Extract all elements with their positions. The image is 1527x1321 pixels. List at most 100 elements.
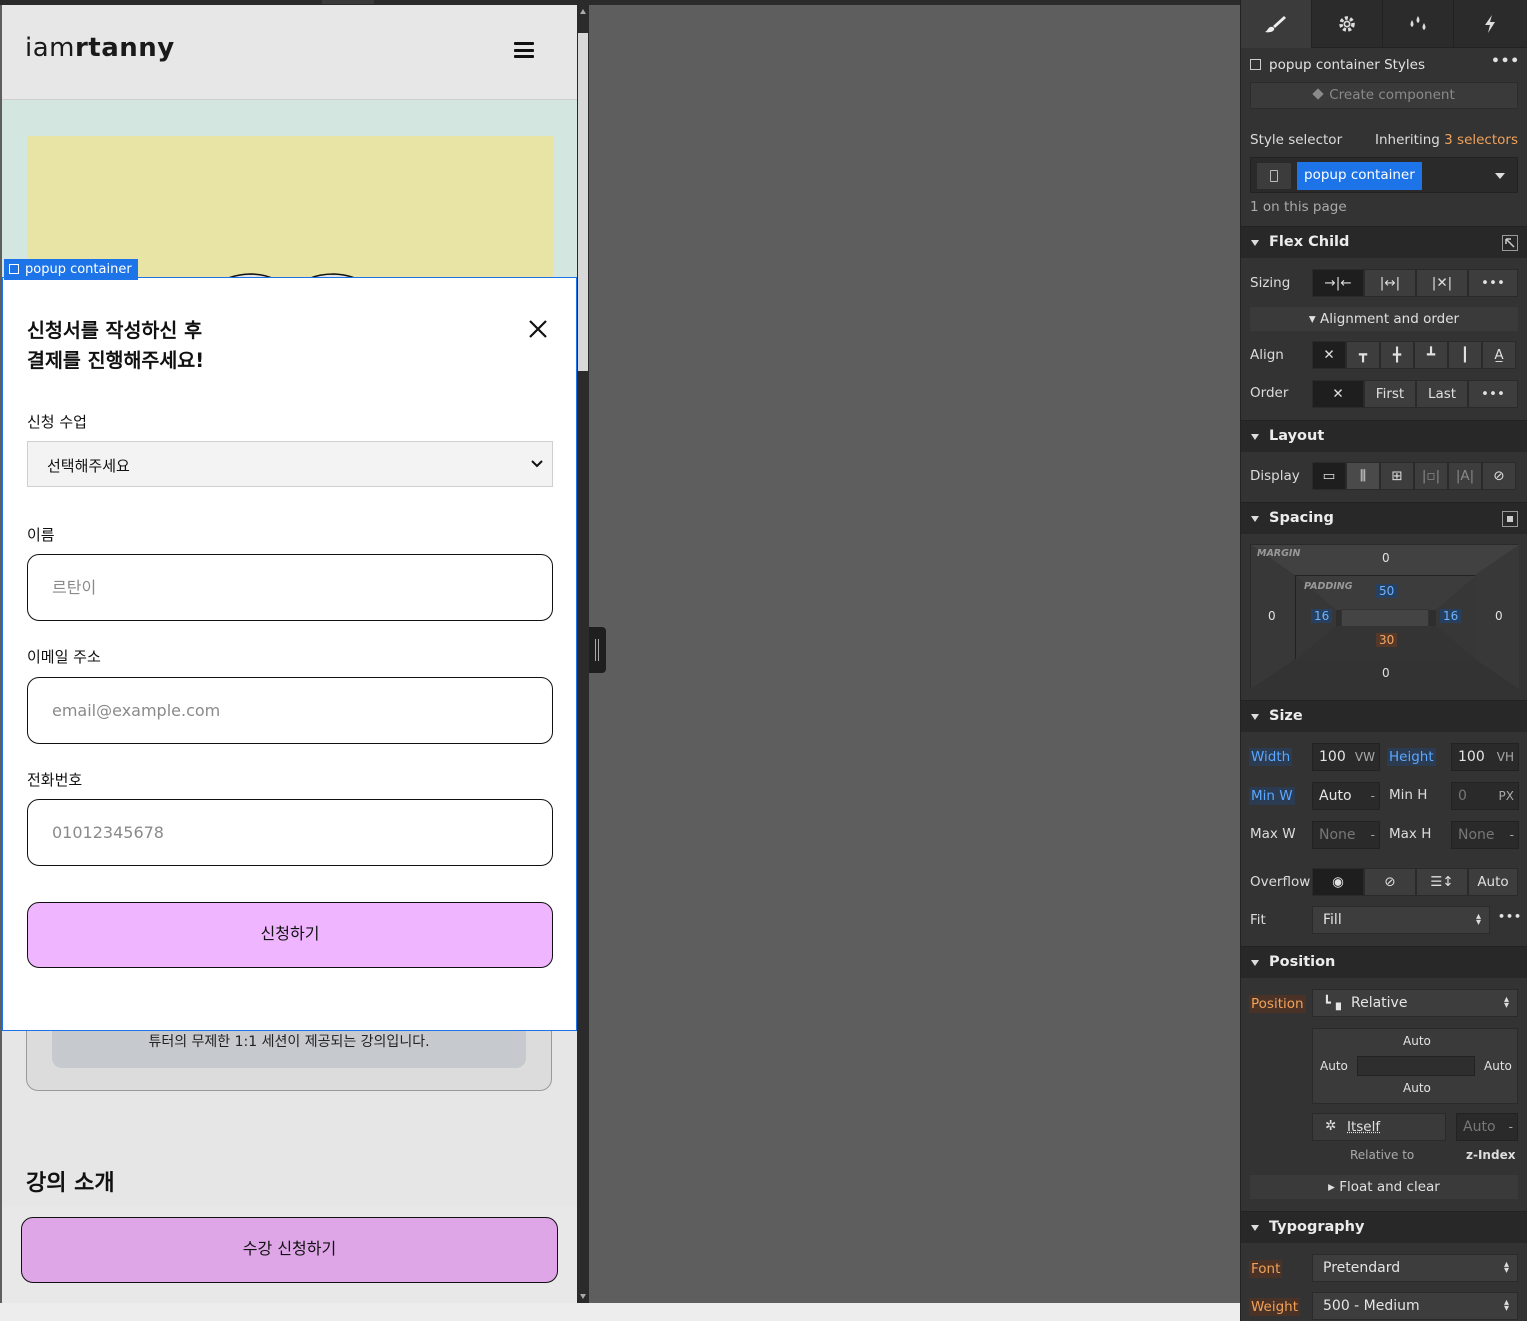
sticky-bottom-bar: 수강 신청하기	[2, 1207, 577, 1303]
align-end-icon[interactable]: ┻	[1414, 341, 1448, 369]
margin-right-value[interactable]: 0	[1495, 609, 1503, 623]
section-flex-child[interactable]: Flex Child	[1241, 226, 1527, 258]
selector-field[interactable]: popup container	[1250, 157, 1518, 193]
align-start-icon[interactable]: ┳	[1346, 341, 1380, 369]
fit-more-icon[interactable]: •••	[1498, 910, 1522, 923]
fit-select[interactable]: Fill ▴ ▾	[1312, 906, 1490, 934]
size-title: Size	[1269, 708, 1303, 724]
position-left-value[interactable]: Auto	[1320, 1059, 1348, 1073]
display-flex-icon[interactable]: ⫼	[1346, 462, 1380, 490]
margin-left-value[interactable]: 0	[1268, 609, 1276, 623]
canvas-resize-handle[interactable]	[589, 627, 606, 673]
logo-bold-text: rtanny	[74, 33, 175, 63]
overflow-hidden-icon[interactable]: ⊘	[1364, 868, 1416, 896]
section-position[interactable]: Position	[1241, 946, 1527, 978]
order-last-button[interactable]: Last	[1416, 380, 1468, 408]
scrollbar-thumb[interactable]	[578, 33, 588, 371]
tab-style[interactable]	[1241, 0, 1312, 48]
position-select[interactable]: Relative ┗▗ ▴ ▾	[1312, 989, 1518, 1017]
course-select-value: 선택해주세요	[47, 457, 130, 475]
hamburger-menu-icon[interactable]	[514, 42, 534, 58]
inheriting-selectors-link[interactable]: 3 selectors	[1444, 132, 1518, 148]
section-layout[interactable]: Layout	[1241, 420, 1527, 452]
order-first-button[interactable]: First	[1364, 380, 1416, 408]
expand-arrow-icon[interactable]	[1502, 235, 1518, 251]
sizing-segmented: →|← |↔| |✕| •••	[1312, 269, 1518, 297]
display-inline-icon[interactable]: |A|	[1448, 462, 1482, 490]
site-logo[interactable]: iamrtanny	[25, 33, 175, 63]
padding-top-value[interactable]: 50	[1376, 584, 1398, 598]
display-none-icon[interactable]: ⊘	[1482, 462, 1516, 490]
weight-select[interactable]: 500 - Medium ▴ ▾	[1312, 1292, 1518, 1320]
overflow-auto-button[interactable]: Auto	[1468, 868, 1518, 896]
shrink-icon[interactable]: →|←	[1312, 269, 1364, 297]
max-width-field[interactable]: None -	[1312, 821, 1380, 849]
alignment-order-label: Alignment and order	[1319, 311, 1460, 327]
name-field[interactable]	[28, 555, 552, 620]
submit-button[interactable]: 신청하기	[27, 902, 553, 968]
sizing-more-icon[interactable]: •••	[1468, 269, 1518, 297]
selected-element-tag[interactable]: popup container	[4, 259, 138, 280]
selector-chip[interactable]: popup container	[1297, 162, 1422, 190]
scroll-up-arrow-icon[interactable]	[580, 9, 586, 14]
overflow-scroll-icon[interactable]: ☰↕	[1416, 868, 1468, 896]
min-height-label: Min H	[1389, 787, 1428, 803]
max-height-field[interactable]: None -	[1451, 821, 1519, 849]
float-clear-toggle[interactable]: ▸ Float and clear	[1250, 1175, 1518, 1199]
padding-right-value[interactable]: 16	[1440, 609, 1462, 623]
top-strip-mark	[322, 0, 374, 4]
design-canvas[interactable]: iamrtanny 튜터의 무제한 1:1 세션이 제공되는 강의입니다. 강의…	[2, 5, 577, 1303]
component-checkbox[interactable]	[1250, 59, 1261, 70]
course-select[interactable]: 선택해주세요	[27, 441, 553, 487]
phone-field[interactable]	[28, 800, 552, 865]
alignment-order-toggle[interactable]: ▾ Alignment and order	[1250, 307, 1518, 331]
email-field[interactable]	[28, 678, 552, 743]
popup-container[interactable]: 신청서를 작성하신 후 결제를 진행해주세요! 신청 수업 선택해주세요 이름 …	[2, 277, 577, 1031]
position-top-value[interactable]: Auto	[1403, 1034, 1431, 1048]
spacing-preset-icon[interactable]	[1502, 511, 1518, 527]
create-component-button[interactable]: Create component	[1250, 82, 1518, 109]
canvas-scrollbar[interactable]	[577, 5, 589, 1303]
create-component-label: Create component	[1329, 87, 1455, 103]
display-block-icon[interactable]: ▭	[1312, 462, 1346, 490]
section-typography[interactable]: Typography	[1241, 1211, 1527, 1243]
padding-bottom-value[interactable]: 30	[1376, 633, 1398, 647]
align-stretch-icon[interactable]: ┃	[1448, 341, 1482, 369]
style-panel: popup container Styles ••• Create compon…	[1240, 0, 1527, 1321]
order-more-icon[interactable]: •••	[1468, 380, 1518, 408]
width-field[interactable]: 100 VW	[1312, 743, 1380, 771]
order-none-icon[interactable]: ✕	[1312, 380, 1364, 408]
selector-dropdown-icon[interactable]	[1495, 173, 1505, 179]
more-options-icon[interactable]: •••	[1491, 53, 1520, 69]
tab-settings[interactable]	[1312, 0, 1383, 48]
section-spacing[interactable]: Spacing	[1241, 502, 1527, 534]
align-baseline-icon[interactable]: A̲	[1482, 341, 1516, 369]
height-field[interactable]: 100 VH	[1451, 743, 1519, 771]
tab-swatches[interactable]	[1383, 0, 1454, 48]
position-right-value[interactable]: Auto	[1484, 1059, 1512, 1073]
cube-icon	[1312, 88, 1324, 100]
enroll-button[interactable]: 수강 신청하기	[21, 1217, 558, 1283]
scroll-down-arrow-icon[interactable]	[580, 1294, 586, 1299]
grow-icon[interactable]: |↔|	[1364, 269, 1416, 297]
overflow-visible-icon[interactable]: ◉	[1312, 868, 1364, 896]
margin-bottom-value[interactable]: 0	[1382, 666, 1390, 680]
zindex-field[interactable]: Auto -	[1456, 1113, 1518, 1141]
align-none-icon[interactable]: ✕	[1312, 341, 1346, 369]
align-center-icon[interactable]: ╋	[1380, 341, 1414, 369]
relative-to-select[interactable]: ✲ Itself	[1312, 1113, 1446, 1141]
margin-top-value[interactable]: 0	[1382, 551, 1390, 565]
min-height-field[interactable]: 0 PX	[1451, 782, 1519, 810]
section-size[interactable]: Size	[1241, 700, 1527, 732]
spacing-box-model: MARGIN PADDING 0 0 0 0 50 30 16 16	[1250, 544, 1519, 689]
position-bottom-value[interactable]: Auto	[1403, 1081, 1431, 1095]
no-shrink-icon[interactable]: |✕|	[1416, 269, 1468, 297]
padding-left-value[interactable]: 16	[1311, 609, 1333, 623]
font-select[interactable]: Pretendard ▴ ▾	[1312, 1254, 1518, 1282]
close-icon[interactable]	[527, 318, 549, 340]
min-width-field[interactable]: Auto -	[1312, 782, 1380, 810]
display-inline-block-icon[interactable]: |▫|	[1414, 462, 1448, 490]
tab-interactions[interactable]	[1454, 0, 1525, 48]
drops-icon	[1410, 16, 1426, 30]
display-grid-icon[interactable]: ⊞	[1380, 462, 1414, 490]
